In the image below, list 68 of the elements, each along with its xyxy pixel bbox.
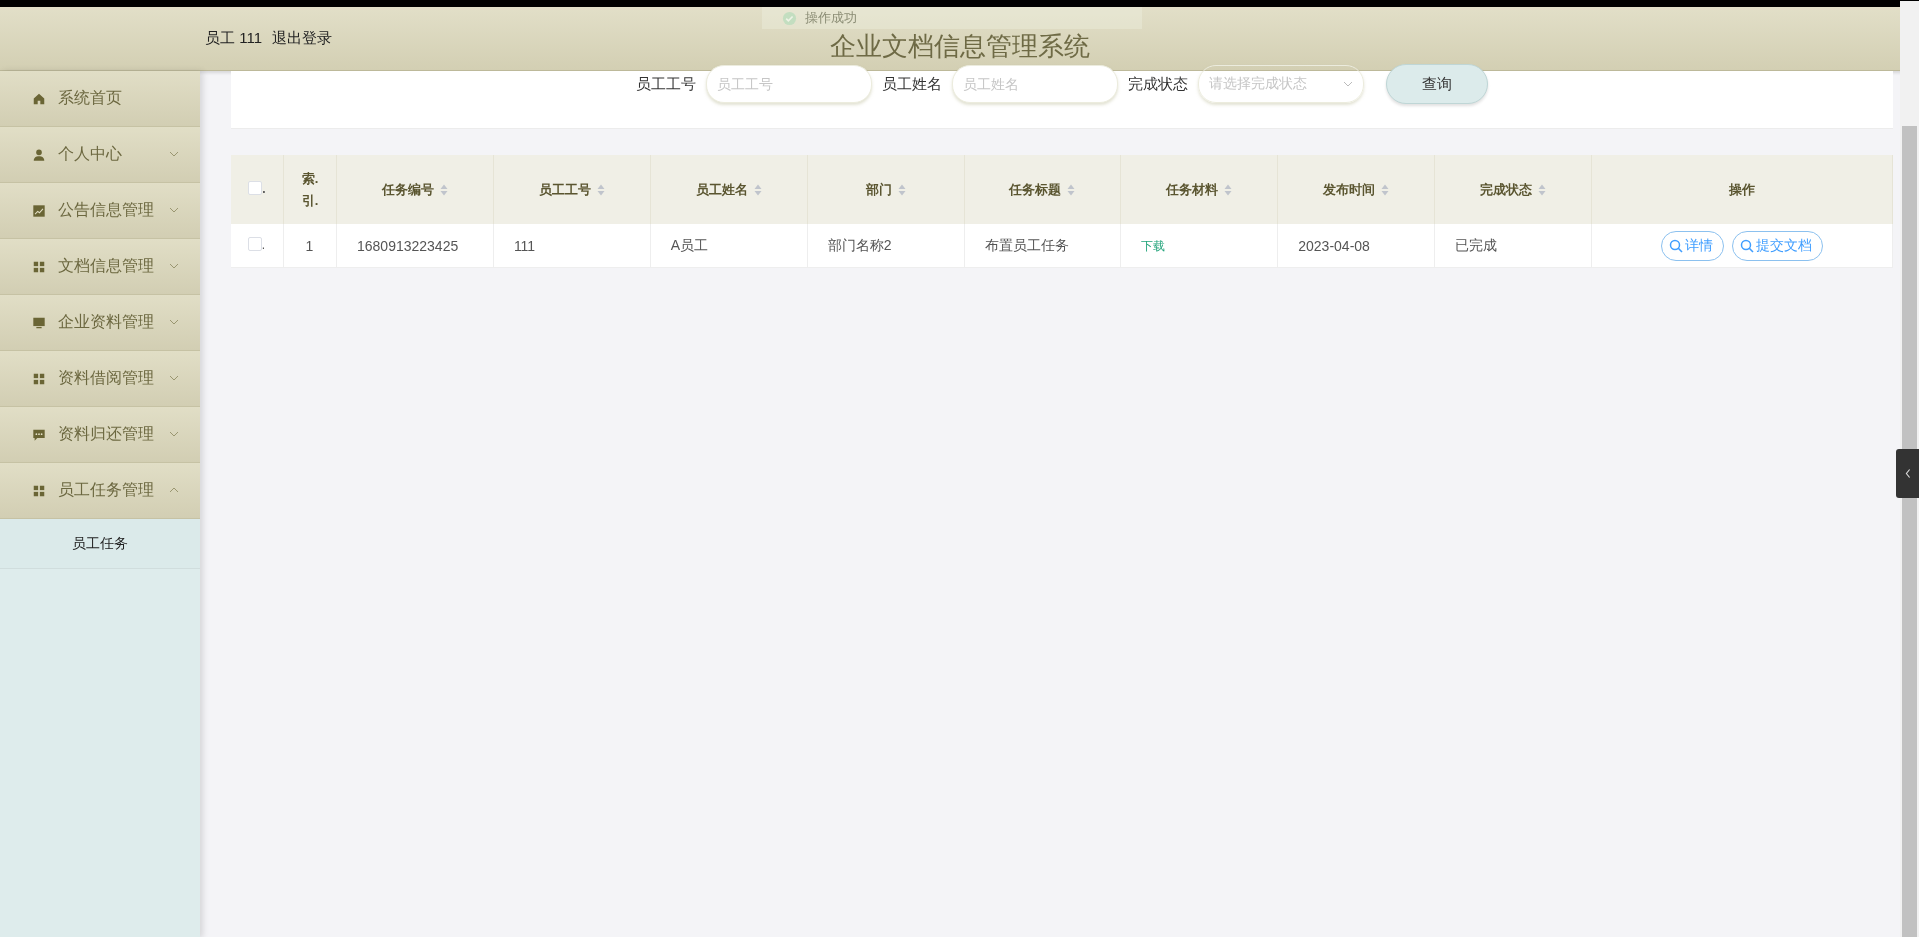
- search-button[interactable]: 查询: [1386, 64, 1488, 104]
- table-cell: 部门名称2: [827, 236, 892, 253]
- chat-bubble-icon: [32, 427, 46, 442]
- checkbox-label: .: [261, 239, 266, 251]
- column-header[interactable]: 发布时间: [1323, 180, 1376, 199]
- table-cell: 1680913223425: [357, 237, 459, 254]
- table-cell: 已完成: [1455, 236, 1498, 253]
- sort-icon[interactable]: [1381, 183, 1390, 196]
- column-header[interactable]: 任务标题: [1009, 180, 1062, 199]
- sort-icon[interactable]: [897, 183, 906, 196]
- sort-icon[interactable]: [1067, 183, 1076, 196]
- menu-item[interactable]: 资料借阅管理: [0, 351, 200, 407]
- menu-item[interactable]: 资料归还管理: [0, 407, 200, 463]
- checkbox[interactable]: [248, 181, 263, 195]
- menu-item[interactable]: 企业资料管理: [0, 295, 200, 351]
- menu-item[interactable]: 公告信息管理: [0, 183, 200, 239]
- app-title: 企业文档信息管理系统: [829, 30, 1090, 63]
- column-header[interactable]: 部门: [865, 180, 892, 199]
- scrollbar-thumb[interactable]: [1902, 126, 1917, 937]
- chevron-left-icon: [1903, 467, 1912, 480]
- sort-icon[interactable]: [439, 183, 448, 196]
- grid-icon: [32, 259, 46, 274]
- user-name: 员工 111: [205, 29, 262, 48]
- download-link[interactable]: 下载: [1141, 238, 1166, 253]
- scrollbar[interactable]: [1900, 1, 1919, 937]
- sort-icon[interactable]: [596, 183, 605, 196]
- action-button[interactable]: 详情: [1660, 230, 1724, 261]
- chevron-down-icon: [1343, 81, 1353, 87]
- column-header[interactable]: 任务编号: [381, 180, 434, 199]
- monitor-icon: [32, 315, 46, 330]
- field-label: 员工工号: [636, 74, 696, 94]
- search-icon: [1739, 238, 1754, 253]
- action-button[interactable]: 提交文档: [1731, 230, 1823, 261]
- table-cell: 布置员工任务: [984, 236, 1069, 253]
- sort-icon[interactable]: [753, 183, 762, 196]
- field-label: 完成状态: [1128, 74, 1188, 94]
- submenu-item[interactable]: 员工任务: [0, 519, 200, 569]
- table-cell: 111: [513, 237, 536, 254]
- success-icon: [782, 10, 797, 26]
- sort-icon[interactable]: [1538, 183, 1547, 196]
- grid-icon: [32, 483, 46, 498]
- logout-link[interactable]: 退出登录: [271, 29, 332, 48]
- column-header[interactable]: 员工姓名: [695, 180, 748, 199]
- table-cell: 2023-04-08: [1298, 237, 1370, 254]
- person-icon: [32, 147, 46, 162]
- input-field[interactable]: 员工姓名: [952, 65, 1118, 103]
- menu-item[interactable]: 文档信息管理: [0, 239, 200, 295]
- checkbox[interactable]: [247, 237, 262, 251]
- field-label: 员工姓名: [882, 74, 942, 94]
- column-header: 操作: [1729, 180, 1755, 199]
- column-header: 索.引.: [300, 169, 320, 210]
- input-field[interactable]: 员工工号: [706, 65, 872, 103]
- column-header[interactable]: 任务材料: [1166, 180, 1219, 199]
- menu-item[interactable]: 个人中心: [0, 127, 200, 183]
- grid-icon: [32, 371, 46, 386]
- column-header[interactable]: 员工工号: [538, 180, 591, 199]
- checkbox-label: .: [262, 183, 266, 195]
- sort-icon[interactable]: [1224, 183, 1233, 196]
- side-toggle-button[interactable]: [1896, 449, 1919, 498]
- table-cell: A员工: [670, 236, 709, 253]
- toast-message: 操作成功: [805, 9, 857, 27]
- menu-item[interactable]: 系统首页: [0, 71, 200, 127]
- menu-item[interactable]: 员工任务管理: [0, 463, 200, 519]
- chart-icon: [32, 203, 46, 218]
- search-icon: [1668, 238, 1683, 253]
- column-header[interactable]: 完成状态: [1480, 180, 1533, 199]
- home-icon: [32, 91, 46, 106]
- table-cell: 1: [305, 237, 314, 254]
